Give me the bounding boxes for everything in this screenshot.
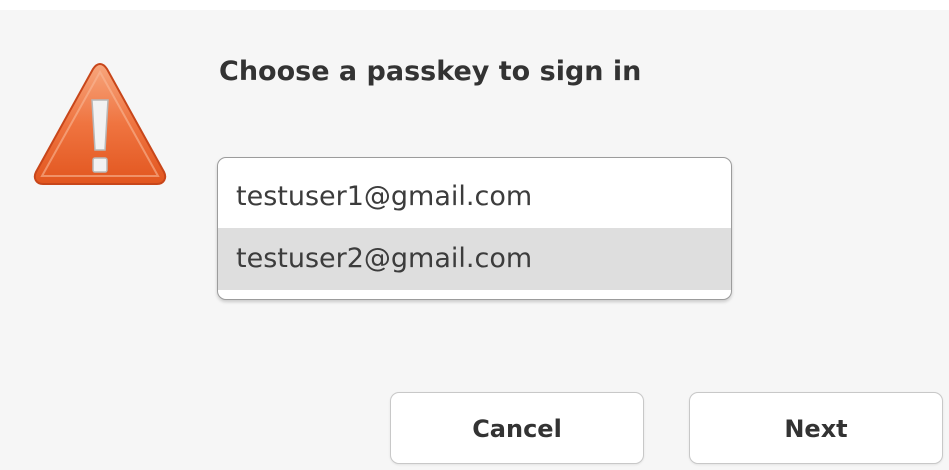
account-option[interactable]: testuser1@gmail.com bbox=[218, 166, 731, 228]
dialog-title: Choose a passkey to sign in bbox=[219, 56, 642, 87]
cancel-button[interactable]: Cancel bbox=[390, 392, 644, 464]
passkey-dialog: Choose a passkey to sign in testuser1@gm… bbox=[0, 10, 949, 470]
passkey-account-list[interactable]: testuser1@gmail.com testuser2@gmail.com bbox=[217, 157, 732, 300]
account-option-selected[interactable]: testuser2@gmail.com bbox=[218, 228, 731, 290]
warning-icon bbox=[33, 62, 167, 185]
next-button[interactable]: Next bbox=[689, 392, 943, 464]
